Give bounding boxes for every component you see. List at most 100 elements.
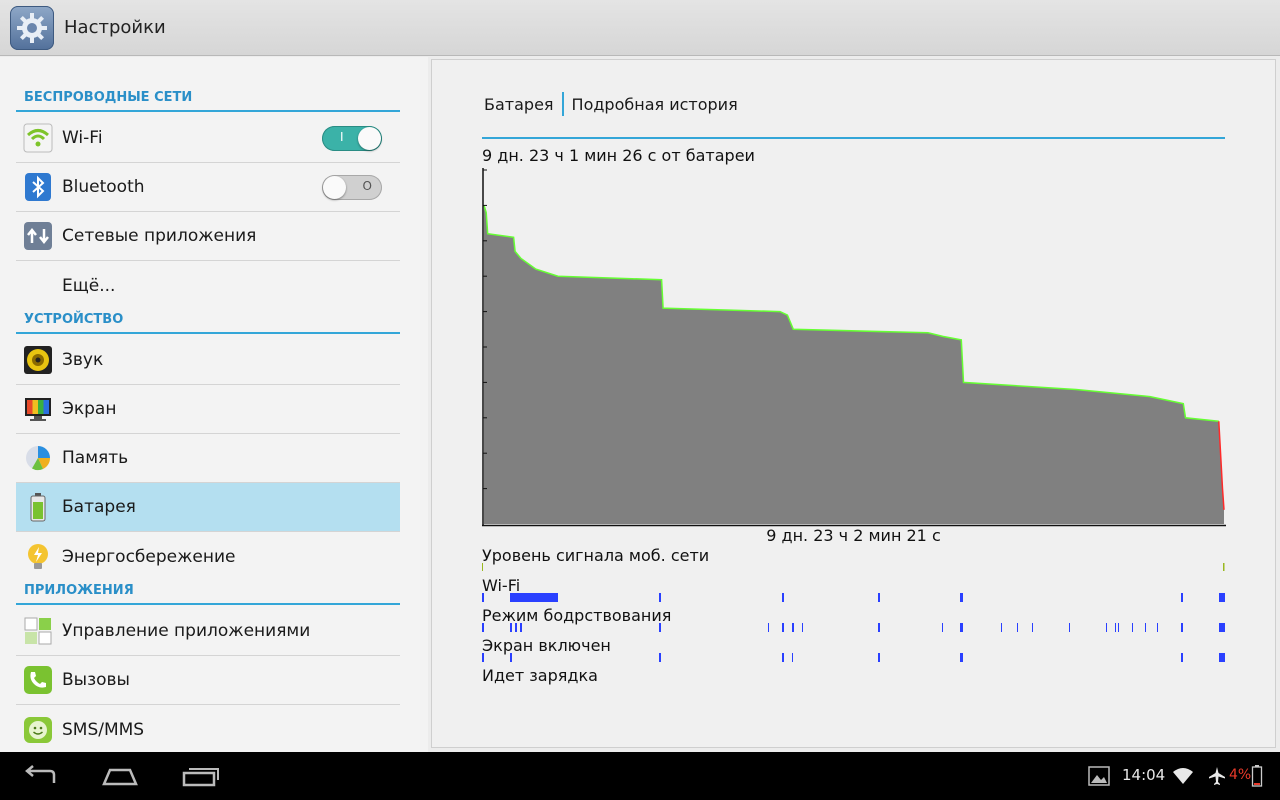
action-bar: Настройки — [0, 0, 1280, 56]
phone-icon — [22, 664, 54, 696]
wifi-segment — [1181, 593, 1183, 602]
sidebar-item-label: Сетевые приложения — [62, 226, 257, 246]
breadcrumb: Батарея Подробная история — [484, 92, 738, 116]
toggle-off-mark: O — [362, 179, 372, 193]
wifi-segment — [960, 593, 963, 602]
speaker-icon — [22, 344, 54, 376]
sidebar-item-calls[interactable]: Вызовы — [16, 656, 400, 705]
gallery-notification-icon[interactable] — [1088, 766, 1110, 786]
breadcrumb-separator — [561, 92, 564, 116]
battery-icon — [22, 491, 54, 523]
screen-on-segment — [960, 653, 963, 662]
section-header-device: УСТРОЙСТВО — [16, 310, 400, 334]
breadcrumb-current: Подробная история — [571, 94, 738, 114]
awake-segment — [520, 623, 522, 632]
network-apps-icon — [22, 220, 54, 252]
sidebar-item-label: Память — [62, 448, 129, 468]
storage-pie-icon — [22, 442, 54, 474]
signal-mark — [1223, 563, 1225, 571]
awake-segment — [878, 623, 880, 632]
awake-segment — [792, 623, 794, 632]
breadcrumb-parent[interactable]: Батарея — [484, 95, 554, 114]
wifi-segment — [1219, 593, 1225, 602]
wifi-toggle[interactable]: I — [322, 126, 382, 151]
awake-segment — [1017, 623, 1018, 632]
status-clock: 14:04 — [1122, 766, 1166, 784]
screen-on-segment — [1181, 653, 1183, 662]
awake-segment — [482, 623, 484, 632]
sidebar-item-battery[interactable]: Батарея — [16, 483, 400, 532]
screen-on-segment — [510, 653, 512, 662]
sidebar-item-label: Вызовы — [62, 670, 130, 690]
sidebar-item-label: Звук — [62, 350, 104, 370]
sidebar-item-label: Батарея — [62, 497, 136, 517]
awake-segment — [960, 623, 963, 632]
sidebar-item-storage[interactable]: Память — [16, 434, 400, 483]
airplane-mode-icon — [1209, 767, 1225, 785]
toggle-on-mark: I — [340, 130, 344, 144]
awake-segment — [1032, 623, 1033, 632]
sidebar-item-more[interactable]: Ещё... — [16, 261, 400, 310]
battery-history-pane: Батарея Подробная история 9 дн. 23 ч 1 м… — [429, 57, 1280, 752]
power-saving-bulb-icon — [22, 541, 54, 573]
battery-history-panel: Батарея Подробная история 9 дн. 23 ч 1 м… — [431, 59, 1276, 748]
awake-segment — [1069, 623, 1070, 632]
awake-segment — [1001, 623, 1002, 632]
awake-segment — [1132, 623, 1133, 632]
sidebar-item-sound[interactable]: Звук — [16, 336, 400, 385]
awake-segment — [1181, 623, 1183, 632]
wifi-segment — [782, 593, 784, 602]
sidebar-item-app-manager[interactable]: Управление приложениями — [16, 607, 400, 656]
app-title: Настройки — [64, 17, 166, 38]
recent-apps-icon — [182, 768, 219, 787]
toggle-knob — [323, 176, 346, 199]
awake-segment — [1106, 623, 1107, 632]
toggle-knob — [358, 127, 381, 150]
back-button[interactable] — [8, 760, 72, 792]
section-header-wireless: БЕСПРОВОДНЫЕ СЕТИ — [16, 88, 400, 112]
bluetooth-toggle[interactable]: O — [322, 175, 382, 200]
sidebar-item-network-apps[interactable]: Сетевые приложения — [16, 212, 400, 261]
awake-segment — [802, 623, 803, 632]
screen-on-segment — [482, 653, 484, 662]
awake-segment — [768, 623, 769, 632]
sidebar-item-label: Энергосбережение — [62, 546, 236, 567]
activity-tracks — [482, 563, 1225, 662]
home-icon — [102, 768, 138, 786]
wifi-segment — [659, 593, 661, 602]
sidebar-item-label: Экран — [62, 399, 117, 419]
battery-percent: 4% — [1229, 767, 1252, 783]
on-battery-time: 9 дн. 23 ч 1 мин 26 с от батареи — [482, 146, 755, 165]
chart-total-time: 9 дн. 23 ч 2 мин 21 с — [766, 526, 941, 545]
home-button[interactable] — [88, 760, 152, 792]
awake-segment — [1219, 623, 1225, 632]
awake-segment — [1115, 623, 1116, 632]
gear-icon[interactable] — [10, 5, 54, 50]
screen-on-segment — [1219, 653, 1225, 662]
awake-segment — [659, 623, 661, 632]
section-header-apps: ПРИЛОЖЕНИЯ — [16, 581, 400, 605]
wifi-signal-icon — [1173, 768, 1193, 784]
screen-on-segment — [792, 653, 793, 662]
signal-mark — [482, 563, 483, 571]
sidebar-item-sms[interactable]: SMS/MMS — [16, 705, 400, 754]
system-nav-bar: 14:04 4% — [0, 752, 1280, 800]
breadcrumb-divider — [482, 137, 1225, 139]
sidebar-item-label: Bluetooth — [62, 177, 145, 197]
awake-segment — [510, 623, 512, 632]
screen-on-segment — [878, 653, 880, 662]
wifi-icon — [22, 122, 54, 154]
sidebar-item-display[interactable]: Экран — [16, 385, 400, 434]
battery-level-area — [484, 205, 1224, 524]
sidebar-item-power-saving[interactable]: Энергосбережение — [16, 532, 400, 581]
screen-on-segment — [659, 653, 661, 662]
recent-apps-button[interactable] — [168, 760, 232, 792]
sidebar-item-bluetooth[interactable]: Bluetooth O — [16, 163, 400, 212]
sidebar-item-label: Управление приложениями — [62, 621, 311, 641]
wifi-segment — [510, 593, 558, 602]
sidebar-item-label: SMS/MMS — [62, 719, 145, 740]
back-arrow-icon — [25, 765, 56, 783]
sidebar-item-label: Ещё... — [62, 275, 116, 296]
sidebar-item-wifi[interactable]: Wi-Fi I — [16, 114, 400, 163]
screen-on-segment — [782, 653, 784, 662]
